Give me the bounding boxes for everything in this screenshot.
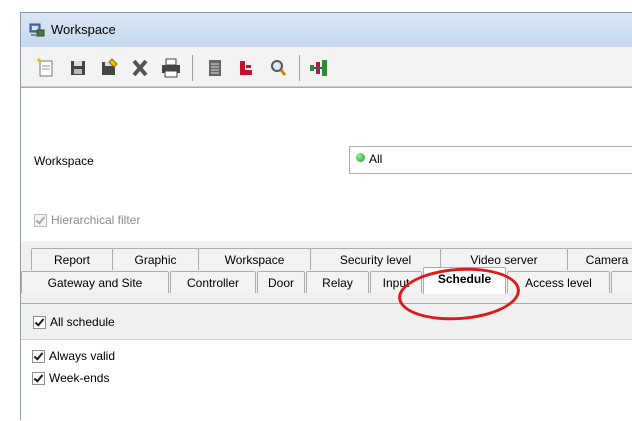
new-icon[interactable] bbox=[34, 57, 58, 79]
tab-schedule[interactable]: Schedule bbox=[423, 267, 506, 294]
tab-more[interactable] bbox=[611, 271, 632, 293]
schedule-item-week-ends[interactable]: Week-ends bbox=[32, 371, 110, 386]
delete-icon[interactable] bbox=[128, 57, 152, 79]
workspace-window: Workspace Workspace All Hierarchical fil… bbox=[20, 12, 632, 421]
filter-panel: Workspace All Hierarchical filter bbox=[21, 87, 632, 241]
checkbox-checked-icon bbox=[33, 316, 46, 330]
workspace-label: Workspace bbox=[34, 154, 94, 168]
tab-workspace[interactable]: Workspace bbox=[198, 248, 311, 270]
search-icon[interactable] bbox=[266, 57, 290, 79]
toolbar-separator bbox=[299, 55, 300, 81]
save-icon[interactable] bbox=[66, 57, 90, 79]
toolbar-separator bbox=[192, 55, 193, 81]
workspace-dropdown-value: All bbox=[369, 152, 383, 166]
network-icon[interactable] bbox=[307, 57, 331, 79]
schedule-item-label: Always valid bbox=[49, 349, 116, 363]
tab-report[interactable]: Report bbox=[31, 248, 113, 270]
schedule-item-label: Week-ends bbox=[49, 371, 110, 385]
save-as-icon[interactable] bbox=[97, 57, 121, 79]
workspace-app-icon bbox=[29, 23, 45, 37]
tab-door[interactable]: Door bbox=[257, 271, 305, 293]
checkbox-checked-icon bbox=[32, 372, 45, 386]
tab-graphic[interactable]: Graphic bbox=[112, 248, 199, 270]
workspace-dropdown[interactable]: All bbox=[349, 146, 632, 174]
checkbox-checked-icon bbox=[34, 214, 47, 228]
tab-camera[interactable]: Camera bbox=[567, 248, 632, 270]
toolbar bbox=[21, 47, 632, 87]
tab-input[interactable]: Input bbox=[370, 271, 422, 293]
hierarchical-filter-label: Hierarchical filter bbox=[51, 213, 141, 227]
tab-gateway-and-site[interactable]: Gateway and Site bbox=[21, 271, 169, 293]
print-icon[interactable] bbox=[159, 57, 183, 79]
all-schedule-checkbox[interactable]: All schedule bbox=[33, 315, 115, 330]
green-status-dot-icon bbox=[356, 153, 365, 162]
list-icon[interactable] bbox=[203, 57, 227, 79]
title-bar: Workspace bbox=[21, 13, 632, 47]
checkbox-checked-icon bbox=[32, 350, 45, 364]
tab-security-level[interactable]: Security level bbox=[310, 248, 441, 270]
tab-relay[interactable]: Relay bbox=[306, 271, 369, 293]
schedule-item-always-valid[interactable]: Always valid bbox=[32, 349, 116, 364]
tab-strip: Report Graphic Workspace Security level … bbox=[21, 241, 632, 303]
hierarchical-filter-checkbox[interactable]: Hierarchical filter bbox=[34, 213, 141, 228]
schedule-content: All schedule Always valid Week-ends bbox=[21, 303, 632, 421]
all-schedule-row: All schedule bbox=[21, 304, 632, 340]
link-icon[interactable] bbox=[234, 57, 258, 79]
all-schedule-label: All schedule bbox=[50, 315, 115, 329]
tab-access-level[interactable]: Access level bbox=[507, 271, 610, 293]
window-title: Workspace bbox=[51, 22, 116, 37]
tab-controller[interactable]: Controller bbox=[170, 271, 256, 293]
